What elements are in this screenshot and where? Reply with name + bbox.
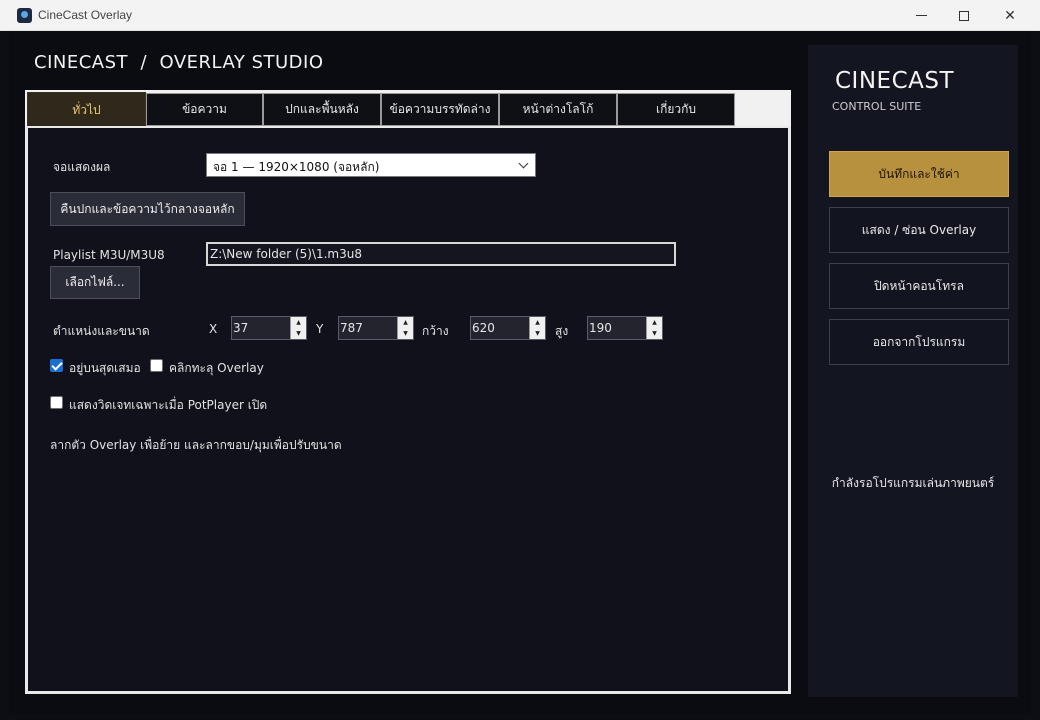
click-through-label: คลิกทะลุ Overlay [169, 361, 264, 375]
decrement-arrow-icon[interactable]: ▼ [397, 328, 413, 339]
window-title: CineCast Overlay [38, 8, 133, 22]
click-through-checkbox[interactable] [150, 359, 163, 372]
playlist-path-input[interactable]: Z:\New folder (5)\1.m3u8 [206, 242, 676, 266]
width-label: กว้าง [422, 324, 449, 338]
exit-program-button[interactable]: ออกจากโปรแกรม [829, 319, 1009, 365]
y-spinbox[interactable]: 787 ▲ ▼ [338, 316, 414, 340]
potplayer-only-label: แสดงวิดเจทเฉพาะเมื่อ PotPlayer เปิด [69, 398, 268, 412]
tab-cover-background[interactable]: ปกและพื้นหลัง [263, 93, 381, 126]
increment-arrow-icon[interactable]: ▲ [646, 317, 662, 328]
display-select-value: จอ 1 — 1920×1080 (จอหลัก) [213, 160, 380, 174]
display-label: จอแสดงผล [53, 160, 111, 174]
drag-hint-text: ลากตัว Overlay เพื่อย้าย และลากขอบ/มุมเพ… [50, 438, 342, 452]
choose-file-button[interactable]: เลือกไฟล์... [50, 266, 140, 299]
close-control-button[interactable]: ปิดหน้าคอนโทรล [829, 263, 1009, 309]
playlist-label: Playlist M3U/M3U8 [53, 248, 165, 262]
tab-text[interactable]: ข้อความ [146, 93, 263, 126]
height-label: สูง [555, 324, 569, 338]
display-select[interactable]: จอ 1 — 1920×1080 (จอหลัก) [206, 153, 536, 177]
minimize-icon [915, 15, 927, 16]
decrement-arrow-icon[interactable]: ▼ [529, 328, 545, 339]
tab-bar: ทั่วไป ข้อความ ปกและพื้นหลัง ข้อความบรรท… [25, 90, 791, 128]
reset-center-button[interactable]: คืนปกและข้อความไว้กลางจอหลัก [50, 192, 245, 226]
y-label: Y [316, 322, 324, 336]
save-apply-button[interactable]: บันทึกและใช้ค่า [829, 151, 1009, 197]
tab-logo-window[interactable]: หน้าต่างโลโก้ [499, 93, 617, 126]
width-value: 620 [472, 321, 495, 335]
width-spinbox[interactable]: 620 ▲ ▼ [470, 316, 546, 340]
increment-arrow-icon[interactable]: ▲ [529, 317, 545, 328]
tab-general[interactable]: ทั่วไป [27, 92, 146, 128]
minimize-button[interactable] [898, 0, 944, 31]
toggle-overlay-button[interactable]: แสดง / ซ่อน Overlay [829, 207, 1009, 253]
tab-about[interactable]: เกี่ยวกับ [617, 93, 735, 126]
height-spinbox[interactable]: 190 ▲ ▼ [587, 316, 663, 340]
position-size-label: ตำแหน่งและขนาด [53, 324, 150, 338]
x-label: X [209, 322, 218, 336]
increment-arrow-icon[interactable]: ▲ [290, 317, 306, 328]
maximize-icon [959, 10, 969, 21]
height-value: 190 [589, 321, 612, 335]
decrement-arrow-icon[interactable]: ▼ [646, 328, 662, 339]
brand-title: CINECAST [835, 68, 955, 94]
decrement-arrow-icon[interactable]: ▼ [290, 328, 306, 339]
potplayer-only-checkbox[interactable] [50, 396, 63, 409]
x-spinbox[interactable]: 37 ▲ ▼ [231, 316, 307, 340]
x-value: 37 [233, 321, 249, 335]
app-icon [17, 8, 32, 23]
always-on-top-label: อยู่บนสุดเสมอ [69, 361, 141, 375]
y-value: 787 [340, 321, 363, 335]
title-bar: CineCast Overlay ✕ [0, 0, 1040, 31]
status-text: กำลังรอโปรแกรมเล่นภาพยนตร์ [831, 476, 995, 490]
increment-arrow-icon[interactable]: ▲ [397, 317, 413, 328]
chevron-down-icon [518, 158, 529, 169]
brand-subtitle: CONTROL SUITE [832, 100, 922, 113]
close-icon: ✕ [1004, 7, 1016, 24]
always-on-top-checkbox[interactable] [50, 359, 63, 372]
control-sidebar [808, 45, 1018, 697]
page-title: CINECAST / OVERLAY STUDIO [34, 52, 324, 73]
tab-bottom-line-text[interactable]: ข้อความบรรทัดล่าง [381, 93, 499, 126]
maximize-button[interactable] [941, 0, 987, 31]
close-button[interactable]: ✕ [987, 0, 1033, 31]
